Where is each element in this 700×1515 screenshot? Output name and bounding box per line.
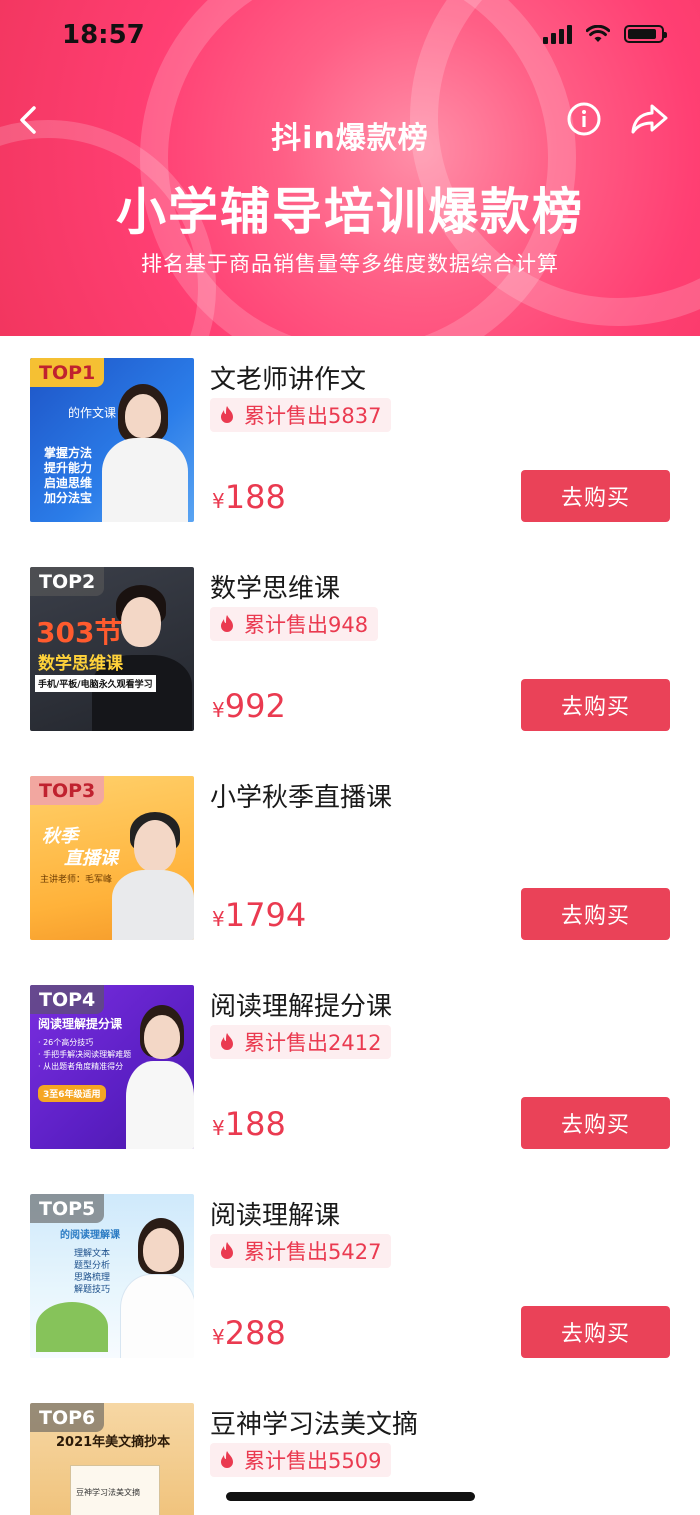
currency-symbol: ¥	[212, 1116, 225, 1140]
currency-symbol: ¥	[212, 489, 225, 513]
cellular-signal-icon	[543, 24, 572, 44]
page-title: 小学辅导培训爆款榜	[116, 183, 584, 241]
rank-badge: TOP6	[30, 1403, 105, 1432]
product-name[interactable]: 文老师讲作文	[210, 359, 366, 396]
product-name[interactable]: 阅读理解课	[210, 1195, 340, 1232]
price: ¥188	[212, 478, 286, 516]
rank-badge: TOP4	[30, 985, 105, 1014]
currency-symbol: ¥	[212, 1325, 225, 1349]
price-value: 992	[224, 687, 286, 725]
list-item[interactable]: 303节 数学思维课 手机/平板/电脑永久观看学习 TOP2 数学思维课 累计售…	[0, 545, 700, 754]
status-time: 18:57	[62, 20, 145, 50]
page-subtitle: 排名基于商品销售量等多维度数据综合计算	[141, 252, 559, 276]
brand-logo: 抖in爆款榜	[271, 121, 429, 156]
rank-badge: TOP3	[30, 776, 105, 805]
product-thumbnail[interactable]: 303节 数学思维课 手机/平板/电脑永久观看学习 TOP2	[30, 567, 194, 731]
rank-badge: TOP1	[30, 358, 105, 387]
cover-text: 阅读理解提分课	[38, 1017, 123, 1031]
cover-text: 的阅读理解课	[60, 1230, 120, 1241]
buy-button[interactable]: 去购买	[521, 888, 670, 940]
buy-button[interactable]: 去购买	[521, 470, 670, 522]
sales-badge: 累计售出5837	[210, 398, 392, 432]
sales-count: 累计售出5427	[244, 1240, 382, 1264]
price: ¥992	[212, 687, 286, 725]
sales-badge: 累计售出5509	[210, 1443, 392, 1477]
cover-text: 3至6年级适用	[38, 1085, 106, 1102]
cover-text: 的作文课	[68, 406, 117, 420]
list-item[interactable]: 的阅读理解课 理解文本 题型分析 思路梳理 解题技巧 TOP5 阅读理解课 累计…	[0, 1172, 700, 1381]
cover-text: 加分法宝	[44, 491, 93, 505]
cover-text: 手机/平板/电脑永久观看学习	[35, 675, 156, 692]
cover-text: 303节	[36, 616, 123, 649]
wifi-icon	[586, 25, 610, 42]
product-name[interactable]: 阅读理解提分课	[210, 986, 392, 1023]
list-item[interactable]: 秋季 直播课 主讲老师：毛军峰 TOP3 小学秋季直播课 ¥1794 去购买	[0, 754, 700, 963]
list-item[interactable]: 的作文课 掌握方法 提升能力 启迪思维 加分法宝 TOP1 文老师讲作文 累计售…	[0, 336, 700, 545]
flame-icon	[221, 1451, 233, 1468]
battery-icon	[624, 25, 667, 43]
price-value: 188	[224, 478, 286, 516]
flame-icon	[221, 406, 233, 423]
list-item[interactable]: 阅读理解提分课 · 26个高分技巧 · 手把手解决阅读理解难题 · 从出题者角度…	[0, 963, 700, 1172]
price: ¥1794	[212, 896, 306, 934]
product-thumbnail[interactable]: 阅读理解提分课 · 26个高分技巧 · 手把手解决阅读理解难题 · 从出题者角度…	[30, 985, 194, 1149]
status-icons	[543, 24, 667, 44]
ranking-banner: 18:57 抖in爆款榜 小学辅导培训爆款榜 排名基于商品销售量等多维度数据综合…	[0, 0, 700, 336]
rank-badge: TOP2	[30, 567, 105, 596]
flame-icon	[221, 615, 233, 632]
sales-badge: 累计售出5427	[210, 1234, 392, 1268]
product-name[interactable]: 豆神学习法美文摘	[210, 1404, 418, 1441]
cover-text: 2021年美文摘抄本	[56, 1435, 171, 1450]
currency-symbol: ¥	[212, 907, 225, 931]
price-value: 288	[224, 1314, 286, 1352]
cover-text: · 从出题者角度精准得分	[38, 1062, 124, 1071]
home-indicator[interactable]	[226, 1492, 475, 1501]
buy-button[interactable]: 去购买	[521, 1306, 670, 1358]
sales-count: 累计售出5509	[244, 1449, 382, 1473]
price-value: 1794	[224, 896, 307, 934]
price: ¥188	[212, 1105, 286, 1143]
cover-text: · 26个高分技巧	[38, 1038, 94, 1047]
rank-badge: TOP5	[30, 1194, 105, 1223]
sales-badge: 累计售出948	[210, 607, 379, 641]
sales-badge: 累计售出2412	[210, 1025, 392, 1059]
product-thumbnail[interactable]: 2021年美文摘抄本 豆神学习法美文摘 TOP6	[30, 1403, 194, 1515]
flame-icon	[221, 1242, 233, 1259]
cover-text: 豆神学习法美文摘	[76, 1488, 140, 1497]
sales-count: 累计售出948	[244, 613, 369, 637]
buy-button[interactable]: 去购买	[521, 679, 670, 731]
product-thumbnail[interactable]: 的阅读理解课 理解文本 题型分析 思路梳理 解题技巧 TOP5	[30, 1194, 194, 1358]
sales-count: 累计售出5837	[244, 404, 382, 428]
cover-text: 直播课	[64, 848, 118, 869]
cover-text: 数学思维课	[38, 654, 123, 674]
price-value: 188	[224, 1105, 286, 1143]
cover-text: 解题技巧	[74, 1285, 111, 1295]
product-name[interactable]: 小学秋季直播课	[210, 777, 392, 814]
product-thumbnail[interactable]: 秋季 直播课 主讲老师：毛军峰 TOP3	[30, 776, 194, 940]
cover-text: · 手把手解决阅读理解难题	[38, 1050, 132, 1059]
flame-icon	[221, 1033, 233, 1050]
buy-button[interactable]: 去购买	[521, 1097, 670, 1149]
price: ¥288	[212, 1314, 286, 1352]
currency-symbol: ¥	[212, 698, 225, 722]
product-name[interactable]: 数学思维课	[210, 568, 340, 605]
cover-text: 主讲老师：毛军峰	[40, 875, 113, 885]
product-thumbnail[interactable]: 的作文课 掌握方法 提升能力 启迪思维 加分法宝 TOP1	[30, 358, 194, 522]
sales-count: 累计售出2412	[244, 1031, 382, 1055]
